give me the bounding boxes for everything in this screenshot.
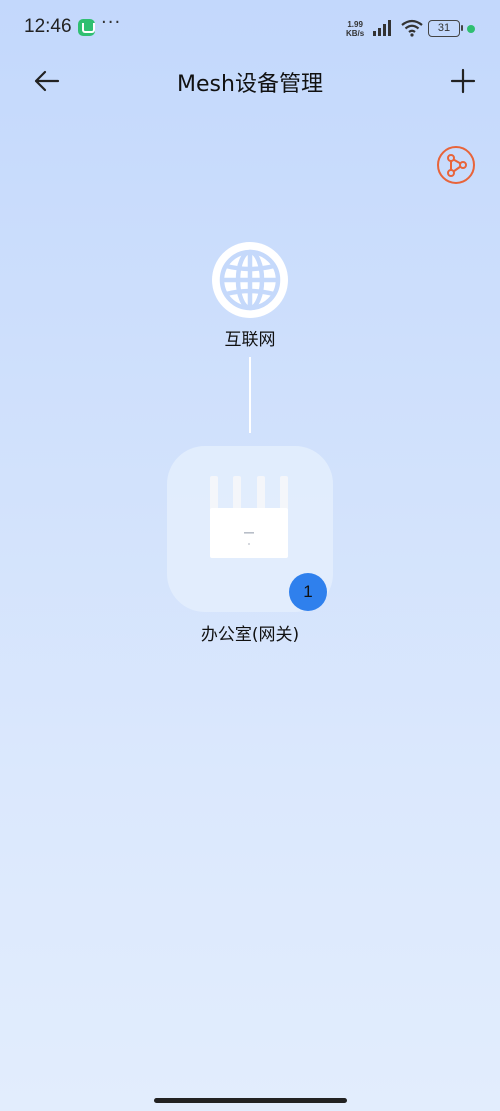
status-time: 12:46 [24, 16, 72, 37]
plus-icon [450, 68, 476, 94]
battery-icon: 31 [428, 20, 463, 37]
network-speed-unit: KB/s [346, 29, 365, 38]
router-icon [210, 476, 288, 558]
topology-button[interactable] [437, 146, 475, 184]
more-notifications-icon: ··· [101, 12, 122, 33]
status-bar: 12:46 ··· 1.99 KB/s 31 [0, 0, 500, 58]
network-speed-value: 1.99 [347, 20, 363, 29]
wifi-icon [401, 19, 423, 37]
globe-icon [212, 242, 288, 318]
page-title: Mesh设备管理 [177, 72, 323, 97]
signal-icon [373, 20, 391, 36]
add-device-button[interactable] [446, 64, 480, 98]
mi-home-icon [78, 19, 95, 36]
charging-indicator [467, 25, 475, 33]
topology-icon [447, 154, 467, 177]
internet-label: 互联网 [224, 330, 276, 350]
home-indicator[interactable] [154, 1098, 347, 1103]
network-speed: 1.99 KB/s [346, 20, 364, 38]
router-label: 办公室(网关) [200, 625, 300, 645]
connected-count-badge: 1 [289, 573, 327, 611]
connection-line [249, 357, 251, 433]
